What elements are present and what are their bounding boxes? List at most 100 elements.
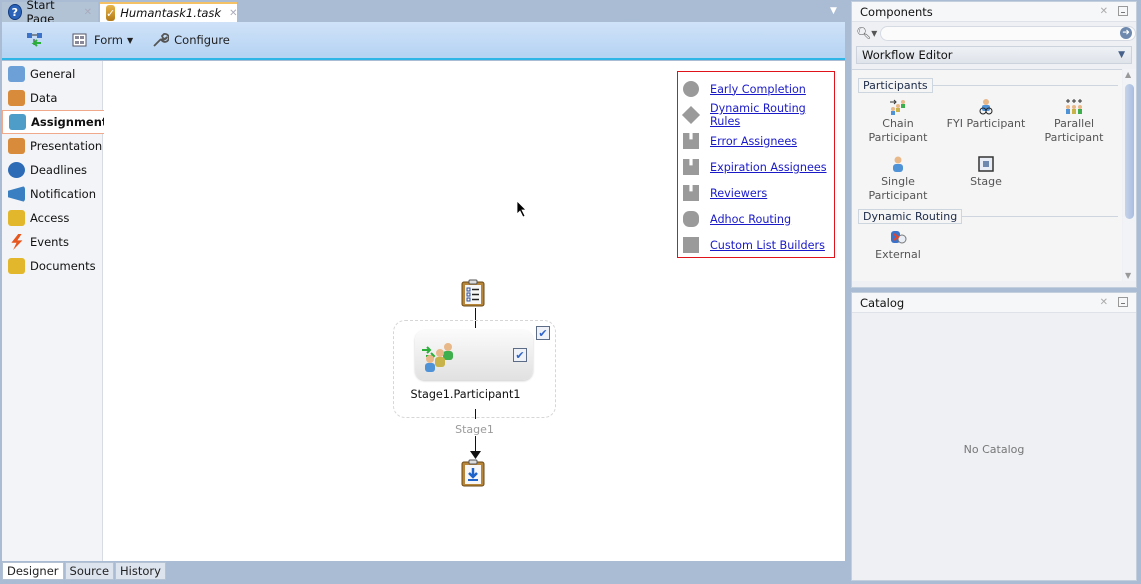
palette-item-stage[interactable]: Stage [942, 151, 1030, 209]
switch-view-button[interactable] [22, 28, 53, 52]
events-icon [11, 234, 23, 250]
editor-bottom-tabs: Designer Source History [2, 562, 167, 582]
mouse-cursor-icon [516, 200, 527, 218]
palette-item-parallel-participant[interactable]: Parallel Participant [1030, 93, 1118, 151]
sidebar-item-label: Documents [30, 259, 96, 273]
component-palette: Participants Chain Participant FYI Parti… [852, 69, 1122, 281]
arrow-down-icon [470, 451, 481, 459]
palette-item-chain-participant[interactable]: Chain Participant [854, 93, 942, 151]
link-row: Early Completion [678, 76, 834, 102]
palette-item-fyi-participant[interactable]: FYI Participant [942, 93, 1030, 151]
sidebar-item-label: General [30, 67, 76, 81]
sidebar-item-label: Presentation [30, 139, 103, 153]
form-button[interactable]: Form ▼ [67, 28, 137, 52]
tab-source[interactable]: Source [64, 562, 115, 580]
scroll-up-icon[interactable]: ▲ [1125, 70, 1131, 79]
palette-scrollbar[interactable]: ▲ ▼ [1123, 69, 1136, 281]
sidebar-item-documents[interactable]: Documents [2, 254, 102, 278]
stage-label: Stage1 [455, 423, 494, 436]
search-icon[interactable]: 🔍︎▾ [856, 26, 880, 40]
component-set-dropdown[interactable]: Workflow Editor ▼ [856, 46, 1132, 64]
early-completion-link[interactable]: Early Completion [710, 83, 806, 96]
tab-label: Humantask1.task [120, 6, 222, 20]
minimize-panel-icon[interactable] [1118, 297, 1128, 307]
participant-checkbox[interactable]: ✔ [513, 348, 527, 362]
assignees-icon [683, 133, 699, 149]
participants-icon [422, 343, 453, 372]
sidebar-item-general[interactable]: General [2, 62, 102, 86]
components-panel: Components ✕ 🔍︎▾ ➜ Workflow Editor ▼ Par… [851, 1, 1137, 288]
group-label: Dynamic Routing [858, 209, 963, 224]
tab-start-page[interactable]: ? Start Page ✕ [2, 0, 98, 26]
assignment-options-box: Early Completion Dynamic Routing Rules E… [677, 71, 835, 258]
task-start-icon[interactable] [461, 279, 485, 307]
sidebar-item-assignment[interactable]: Assignment [2, 110, 107, 134]
palette-item-single-participant[interactable]: Single Participant [854, 151, 942, 209]
notification-icon [8, 186, 25, 202]
sidebar-item-label: Access [30, 211, 70, 225]
chevron-down-icon: ▼ [1118, 50, 1125, 60]
stage-icon [978, 156, 994, 172]
link-row: Adhoc Routing [678, 206, 834, 232]
link-row: Custom List Builders [678, 232, 834, 258]
custom-list-builders-link[interactable]: Custom List Builders [710, 239, 825, 252]
help-icon: ? [8, 4, 22, 20]
list-builder-icon [683, 237, 699, 253]
scroll-down-icon[interactable]: ▼ [1125, 271, 1131, 280]
stage-checkbox[interactable]: ✔ [536, 326, 550, 340]
reviewers-link[interactable]: Reviewers [710, 187, 767, 200]
general-icon [8, 66, 25, 82]
adhoc-routing-link[interactable]: Adhoc Routing [710, 213, 791, 226]
sidebar-item-data[interactable]: Data [2, 86, 102, 110]
dynamic-routing-rules-link[interactable]: Dynamic Routing Rules [710, 102, 834, 128]
sidebar-item-notification[interactable]: Notification [2, 182, 102, 206]
diamond-icon [681, 105, 701, 125]
catalog-header: Catalog ✕ [852, 293, 1136, 313]
sidebar-item-presentation[interactable]: Presentation [2, 134, 102, 158]
form-icon [72, 33, 87, 47]
group-header-dynamic-routing: Dynamic Routing [858, 209, 1118, 224]
palette-item-external[interactable]: External [854, 224, 942, 281]
sidebar-item-events[interactable]: Events [2, 230, 102, 254]
close-panel-icon[interactable]: ✕ [1100, 297, 1108, 308]
group-label: Participants [858, 78, 933, 93]
expiration-assignees-link[interactable]: Expiration Assignees [710, 161, 827, 174]
participant-node[interactable]: ✔ [415, 330, 533, 380]
editor-area: ? Start Page ✕ ✓ Humantask1.task ✕ ▼ For… [0, 0, 848, 584]
sidebar-item-access[interactable]: Access [2, 206, 102, 230]
stage-container[interactable]: ✔ ✔ Stage1.Participant1 [393, 320, 556, 418]
scrollbar-thumb[interactable] [1125, 84, 1134, 219]
task-end-icon[interactable] [461, 459, 485, 487]
tab-designer[interactable]: Designer [2, 562, 64, 580]
access-icon [8, 210, 25, 226]
chain-participant-icon [890, 99, 905, 115]
minimize-panel-icon[interactable] [1118, 6, 1128, 16]
documents-icon [8, 258, 25, 274]
sidebar-item-label: Events [30, 235, 69, 249]
assignees-icon [683, 185, 699, 201]
parallel-participant-icon [1066, 99, 1082, 114]
tab-humantask1[interactable]: ✓ Humantask1.task ✕ [100, 2, 237, 22]
deadlines-icon [8, 162, 25, 178]
configure-button[interactable]: Configure [147, 28, 234, 52]
close-tab-icon[interactable]: ✕ [84, 7, 92, 18]
link-row: Reviewers [678, 180, 834, 206]
editor-tab-bar: ? Start Page ✕ ✓ Humantask1.task ✕ ▼ [0, 0, 848, 26]
external-icon [891, 231, 907, 244]
go-arrow-icon[interactable]: ➜ [1120, 27, 1132, 39]
task-icon: ✓ [106, 5, 116, 21]
tab-list-menu-icon[interactable]: ▼ [830, 6, 842, 16]
configure-label: Configure [174, 33, 230, 47]
editor-content: General Data Assignment Presentation Dea… [2, 61, 845, 561]
close-panel-icon[interactable]: ✕ [1100, 6, 1108, 17]
sidebar-item-deadlines[interactable]: Deadlines [2, 158, 102, 182]
close-tab-icon[interactable]: ✕ [229, 8, 237, 19]
assignment-canvas[interactable]: Early Completion Dynamic Routing Rules E… [104, 61, 845, 561]
components-search-input[interactable] [880, 25, 1136, 41]
tab-history[interactable]: History [115, 562, 166, 580]
components-search-row: 🔍︎▾ ➜ [852, 22, 1136, 44]
components-header: Components ✕ [852, 2, 1136, 22]
toolbar: Form ▼ Configure [2, 22, 845, 60]
link-row: Error Assignees [678, 128, 834, 154]
error-assignees-link[interactable]: Error Assignees [710, 135, 797, 148]
